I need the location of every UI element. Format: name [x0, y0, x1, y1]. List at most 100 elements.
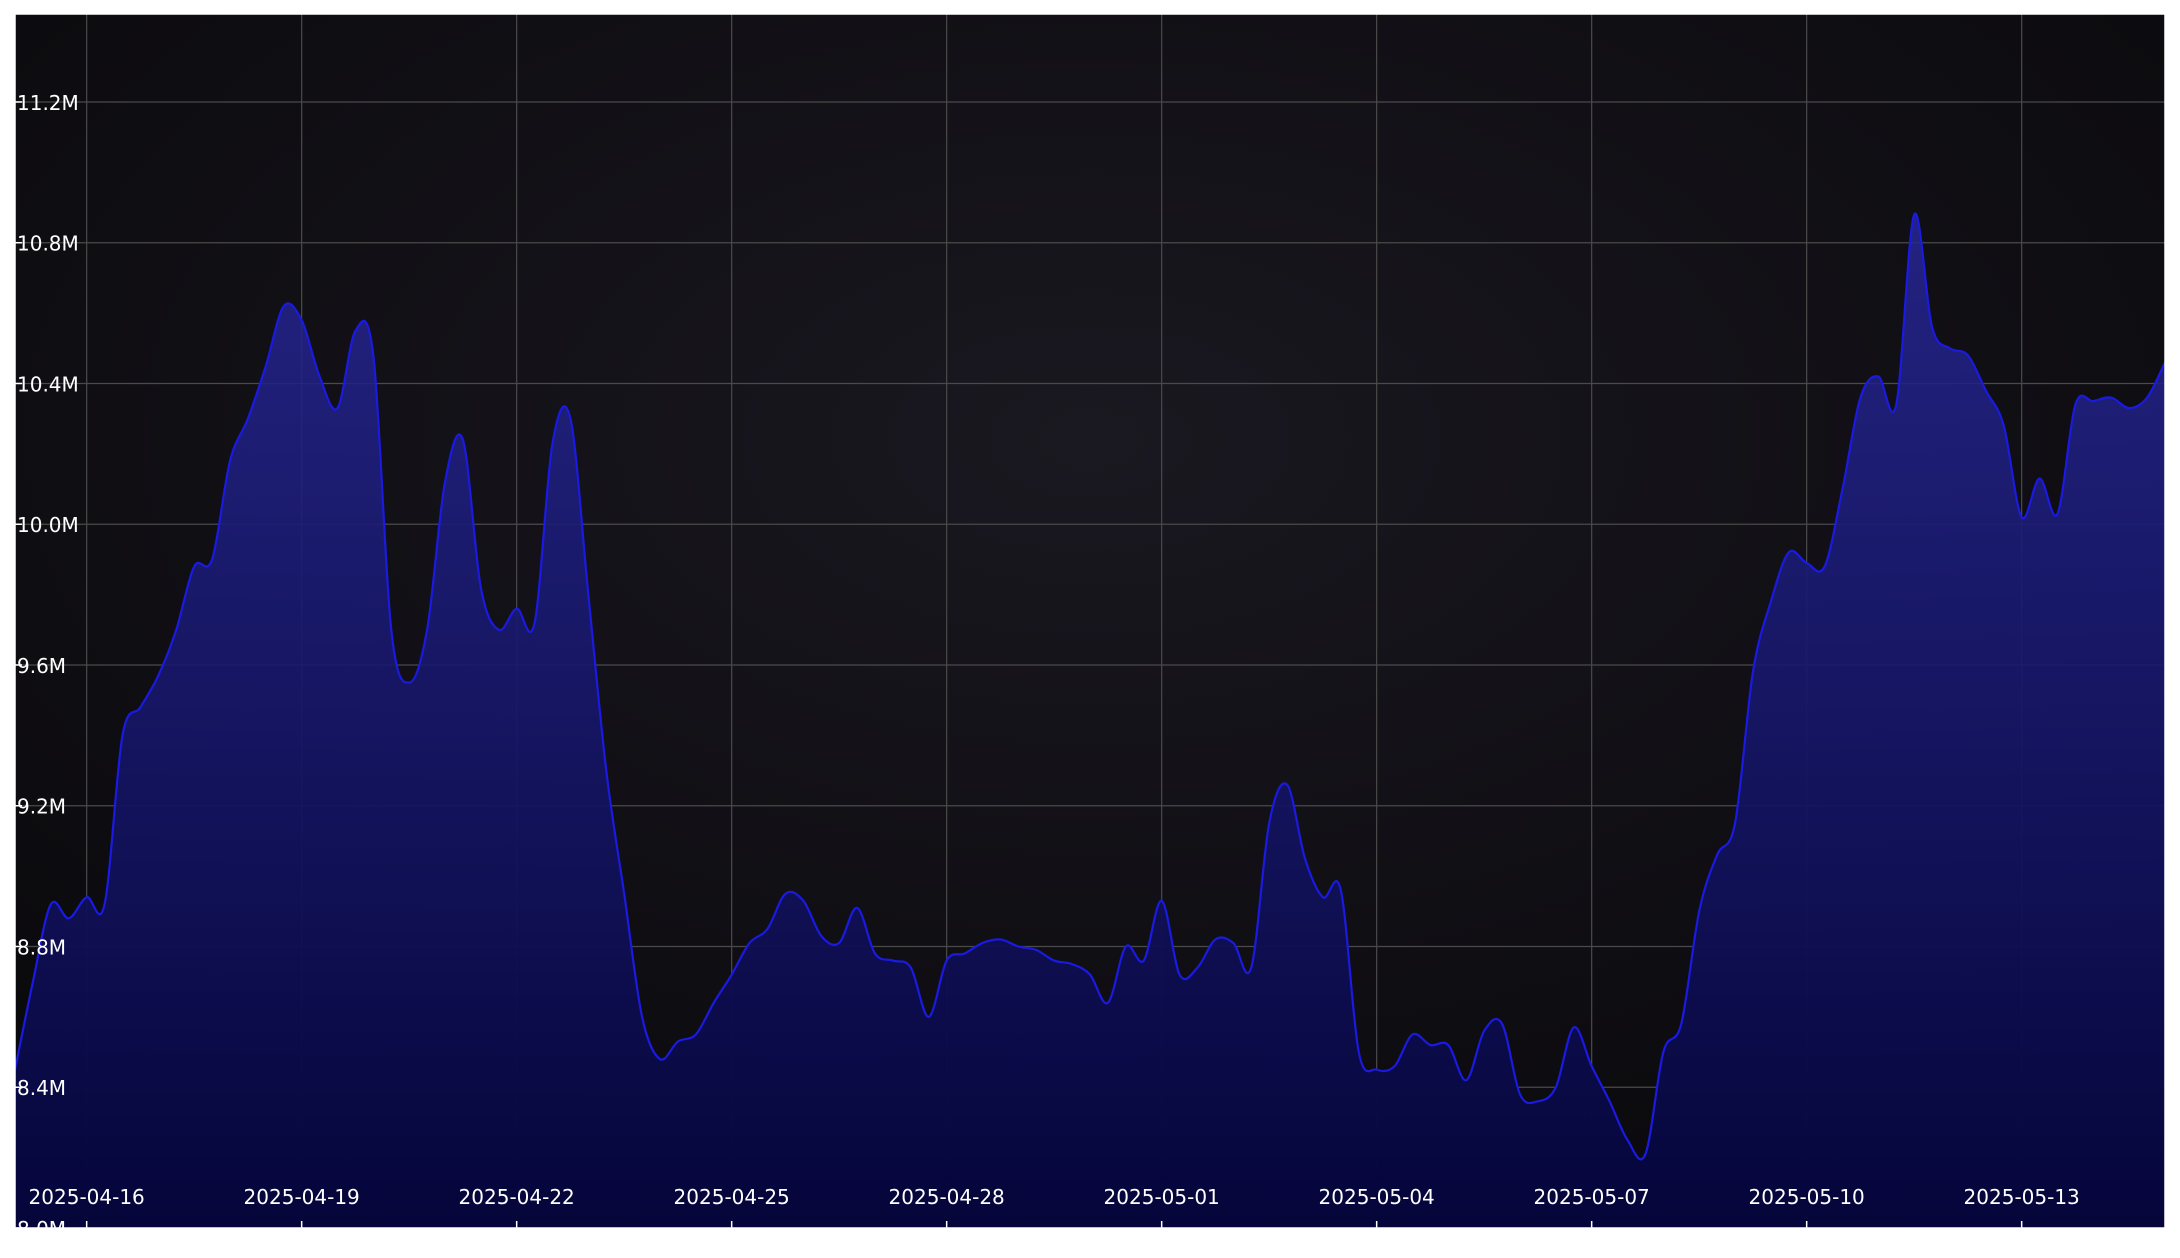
data-point — [1662, 1051, 1665, 1053]
data-point — [67, 917, 70, 920]
data-point — [265, 365, 267, 367]
data-point — [426, 629, 428, 631]
data-point — [587, 593, 590, 596]
data-point — [999, 938, 1002, 941]
data-point — [444, 481, 446, 483]
data-point — [1160, 899, 1163, 902]
data-point — [1805, 562, 1808, 564]
data-point — [695, 1033, 697, 1036]
data-point — [1286, 783, 1288, 786]
data-point — [1214, 938, 1217, 941]
data-point — [1967, 354, 1969, 357]
data-point — [50, 903, 52, 906]
data-point — [1823, 565, 1826, 568]
data-point — [1393, 1065, 1396, 1067]
data-point — [1572, 1026, 1575, 1029]
data-point — [1411, 1033, 1414, 1036]
data-point — [121, 734, 124, 737]
data-point — [838, 942, 840, 944]
data-point — [981, 942, 984, 944]
data-point — [1178, 973, 1181, 976]
y-tick-label: 8.0M — [17, 1217, 66, 1241]
data-point — [2092, 400, 2095, 402]
data-point — [1555, 1086, 1557, 1089]
y-tick-label: 10.4M — [17, 372, 79, 396]
data-point — [1590, 1065, 1593, 1067]
x-tick-label: 2025-04-22 — [459, 1185, 575, 1209]
y-tick-label: 10.0M — [17, 513, 79, 537]
data-point — [784, 892, 787, 895]
data-point — [2020, 516, 2023, 518]
data-point — [551, 442, 554, 445]
data-point — [1985, 389, 1987, 392]
data-point — [193, 565, 195, 568]
data-point — [1429, 1044, 1432, 1046]
data-point — [1859, 396, 1862, 399]
data-point — [1877, 375, 1880, 378]
data-point — [1340, 889, 1342, 891]
data-point — [533, 621, 536, 624]
data-point — [372, 354, 375, 357]
data-point — [1698, 910, 1700, 913]
data-point — [1035, 949, 1038, 951]
data-point — [1841, 488, 1844, 490]
x-tick-label: 2025-05-10 — [1749, 1185, 1865, 1209]
data-point — [1304, 857, 1306, 860]
x-tick-label: 2025-05-01 — [1104, 1185, 1220, 1209]
data-point — [1465, 1079, 1468, 1082]
data-point — [480, 586, 482, 589]
data-point — [1142, 959, 1145, 962]
data-point — [85, 896, 88, 899]
y-tick-label: 9.2M — [17, 795, 66, 819]
data-point — [802, 899, 805, 902]
data-point — [1375, 1068, 1378, 1071]
data-point — [336, 407, 339, 409]
data-point — [2110, 396, 2113, 399]
data-point — [910, 966, 912, 969]
data-point — [1017, 945, 1020, 948]
y-tick-label: 10.8M — [17, 232, 79, 256]
data-point — [1734, 822, 1736, 825]
data-point — [1519, 1093, 1521, 1096]
data-point — [605, 769, 608, 772]
chart-container: 8.0M 8.4M 8.8M 9.2M 9.6M 10.0M 10.4M 10.8M 11.2M… — [0, 0, 2180, 1254]
data-point — [1537, 1100, 1539, 1103]
x-tick-label: 2025-05-04 — [1319, 1185, 1435, 1209]
data-point — [2038, 477, 2041, 480]
data-point — [569, 417, 572, 420]
y-tick-label: 8.8M — [17, 935, 66, 959]
data-point — [354, 329, 357, 332]
data-point — [1053, 959, 1055, 962]
y-tick-label: 8.4M — [17, 1076, 66, 1100]
data-point — [157, 674, 160, 677]
x-tick-label: 2025-05-07 — [1534, 1185, 1650, 1209]
data-point — [1787, 551, 1790, 554]
data-point — [408, 681, 410, 684]
data-point — [1770, 600, 1772, 603]
data-point — [2056, 512, 2059, 515]
data-point — [1680, 1023, 1683, 1025]
data-point — [139, 706, 142, 709]
data-point — [1626, 1139, 1629, 1141]
data-point — [874, 952, 876, 955]
data-point — [1232, 942, 1235, 944]
data-point — [32, 980, 34, 983]
data-point — [945, 959, 948, 962]
data-point — [300, 319, 303, 321]
x-tick-label: 2025-04-28 — [889, 1185, 1005, 1209]
data-point — [175, 629, 178, 631]
data-point — [1949, 347, 1951, 350]
data-point — [1931, 326, 1933, 328]
data-point — [229, 460, 231, 462]
data-point — [1125, 945, 1127, 948]
data-point — [677, 1040, 679, 1043]
data-point — [2002, 424, 2005, 427]
data-point — [1913, 213, 1915, 216]
data-point — [1071, 963, 1073, 965]
data-point — [211, 558, 213, 561]
data-point — [103, 903, 106, 906]
data-point — [892, 959, 894, 962]
data-point — [659, 1058, 661, 1060]
data-point — [2128, 407, 2130, 409]
x-tick-label: 2025-04-25 — [674, 1185, 790, 1209]
